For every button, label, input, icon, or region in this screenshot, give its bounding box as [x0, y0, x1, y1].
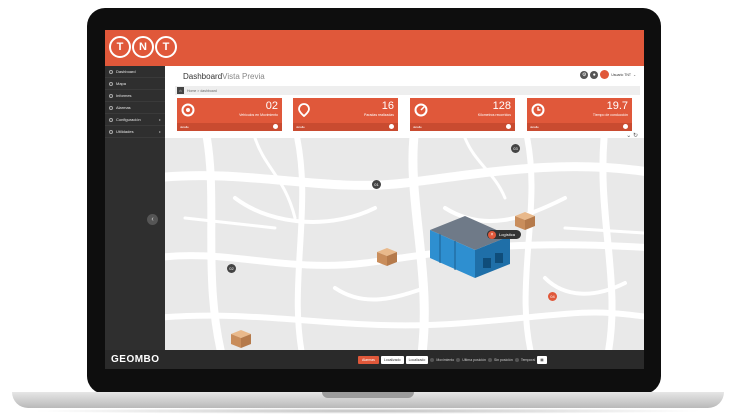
- map-marker-label[interactable]: 03: [511, 144, 520, 153]
- footer-controls: Alarmas Localizado Localizado Movimiento…: [358, 356, 547, 364]
- location-pin-icon: [298, 103, 310, 117]
- kpi-label: Vehículos en Movimiento: [239, 113, 278, 117]
- kpi-label: Tiempo de conducción: [592, 113, 628, 117]
- main-content: DashboardVista Previa ⚙ ● Usuario TNT ⌄ …: [165, 66, 644, 350]
- kpi-value: 19.7: [606, 100, 628, 112]
- kpi-value: 16: [381, 100, 394, 112]
- arrow-right-icon: [389, 124, 394, 129]
- filter-option[interactable]: Sin posición: [494, 356, 513, 364]
- sidebar: Dashboard Mapa Informes Alarmas Configur…: [105, 66, 165, 350]
- status-select[interactable]: Localizado: [380, 356, 404, 364]
- map-marker-label[interactable]: 02: [227, 264, 236, 273]
- sidebar-item-label: Informes: [116, 93, 132, 98]
- toggle-dot[interactable]: [514, 358, 519, 362]
- toggle-dot[interactable]: [430, 358, 435, 362]
- sidebar-item-mapa[interactable]: Mapa: [105, 78, 165, 90]
- sidebar-item-label: Alarmas: [116, 105, 131, 110]
- alarm-icon: [109, 105, 113, 110]
- kpi-card-paradas[interactable]: 16 Paradas realizadas detalle: [293, 98, 398, 131]
- chevron-down-icon: ▸: [158, 117, 161, 122]
- gear-icon: [181, 103, 195, 117]
- clock-icon: [531, 103, 545, 117]
- kpi-footer-label: detalle: [180, 125, 189, 129]
- chevron-left-icon[interactable]: ‹: [147, 214, 158, 225]
- package-icon[interactable]: [231, 330, 251, 348]
- laptop-notch: [322, 392, 414, 398]
- sidebar-item-informes[interactable]: Informes: [105, 90, 165, 102]
- sidebar-item-label: Utilidades: [116, 129, 134, 134]
- sidebar-item-configuracion[interactable]: Configuración ▸: [105, 114, 165, 126]
- footer-bar: GEOMBO Alarmas Localizado Localizado Mov…: [105, 350, 644, 369]
- map-roads: [165, 138, 644, 350]
- arrow-right-icon: [623, 124, 628, 129]
- gear-icon: [109, 117, 113, 122]
- report-icon: [109, 93, 113, 98]
- dashboard-icon: [109, 69, 113, 74]
- kpi-footer[interactable]: detalle: [293, 123, 398, 131]
- sidebar-item-utilidades[interactable]: Utilidades ▸: [105, 126, 165, 138]
- chevron-down-icon: ▸: [158, 129, 161, 134]
- sidebar-item-dashboard[interactable]: Dashboard: [105, 66, 165, 78]
- sidebar-item-label: Mapa: [116, 81, 127, 86]
- kpi-card-vehiculos[interactable]: 02 Vehículos en Movimiento detalle: [177, 98, 282, 131]
- chevron-down-icon[interactable]: ⌄: [633, 73, 636, 77]
- sidebar-item-label: Configuración: [116, 117, 141, 122]
- kpi-footer-label: detalle: [413, 125, 422, 129]
- sidebar-item-alarmas[interactable]: Alarmas: [105, 102, 165, 114]
- breadcrumb-text[interactable]: Home > dashboard: [187, 89, 217, 93]
- toggle-dot[interactable]: [487, 358, 492, 362]
- expand-icon[interactable]: ▦: [537, 356, 547, 364]
- location-icon[interactable]: ●: [590, 70, 599, 79]
- map-marker-label[interactable]: 01: [372, 180, 381, 189]
- app-screen: T N T Dashboard Mapa Informes Alarmas Co…: [105, 30, 644, 369]
- page-title-text: Dashboard: [183, 72, 223, 81]
- filter-option[interactable]: Temporal: [521, 356, 535, 364]
- user-name[interactable]: Usuario TNT: [611, 73, 631, 77]
- kpi-footer-label: detalle: [296, 125, 305, 129]
- speedometer-icon: [414, 103, 428, 117]
- kpi-label: Paradas realizadas: [364, 113, 394, 117]
- filter-option[interactable]: Ultima posición: [462, 356, 486, 364]
- sidebar-item-label: Dashboard: [116, 69, 136, 74]
- wrench-icon: [109, 129, 113, 134]
- page-subtitle: Vista Previa: [222, 72, 265, 81]
- kpi-value: 128: [492, 100, 511, 112]
- kpi-label: Kilometros recorridos: [477, 113, 511, 117]
- kpi-footer-label: detalle: [530, 125, 539, 129]
- header-user-area: ⚙ ● Usuario TNT ⌄: [580, 70, 636, 79]
- logistic-tooltip[interactable]: × Logística: [487, 230, 522, 239]
- map-marker-label[interactable]: 04: [548, 292, 557, 301]
- tnt-logo[interactable]: T N T: [109, 36, 177, 58]
- close-icon[interactable]: ×: [488, 231, 496, 239]
- warehouse-icon[interactable]: [430, 216, 510, 278]
- toggle-dot[interactable]: [456, 358, 461, 362]
- breadcrumb: ⌂ Home > dashboard: [175, 86, 640, 95]
- page-title: DashboardVista Previa: [183, 72, 265, 81]
- kpi-footer[interactable]: detalle: [410, 123, 515, 131]
- kpi-value: 02: [265, 100, 278, 112]
- gear-icon[interactable]: ⚙: [580, 70, 589, 79]
- avatar[interactable]: [600, 70, 610, 79]
- map[interactable]: [165, 138, 644, 350]
- filter-option[interactable]: Movimiento: [436, 356, 454, 364]
- geombo-logo: GEOMBO: [111, 354, 160, 365]
- arrow-right-icon: [506, 124, 511, 129]
- home-icon[interactable]: ⌂: [177, 87, 184, 94]
- app-header: T N T: [105, 30, 644, 66]
- kpi-card-kilometros[interactable]: 128 Kilometros recorridos detalle: [410, 98, 515, 131]
- logo-letter: T: [155, 36, 177, 58]
- status-select[interactable]: Localizado: [405, 356, 429, 364]
- arrow-right-icon: [273, 124, 278, 129]
- map-icon: [109, 81, 113, 86]
- kpi-footer[interactable]: detalle: [527, 123, 632, 131]
- alarm-button[interactable]: Alarmas: [358, 356, 379, 364]
- laptop-shadow: [30, 408, 706, 414]
- logo-letter: T: [109, 36, 131, 58]
- kpi-card-tiempo[interactable]: 19.7 Tiempo de conducción detalle: [527, 98, 632, 131]
- logistic-label: Logística: [499, 232, 516, 237]
- kpi-footer[interactable]: detalle: [177, 123, 282, 131]
- logo-letter: N: [132, 36, 154, 58]
